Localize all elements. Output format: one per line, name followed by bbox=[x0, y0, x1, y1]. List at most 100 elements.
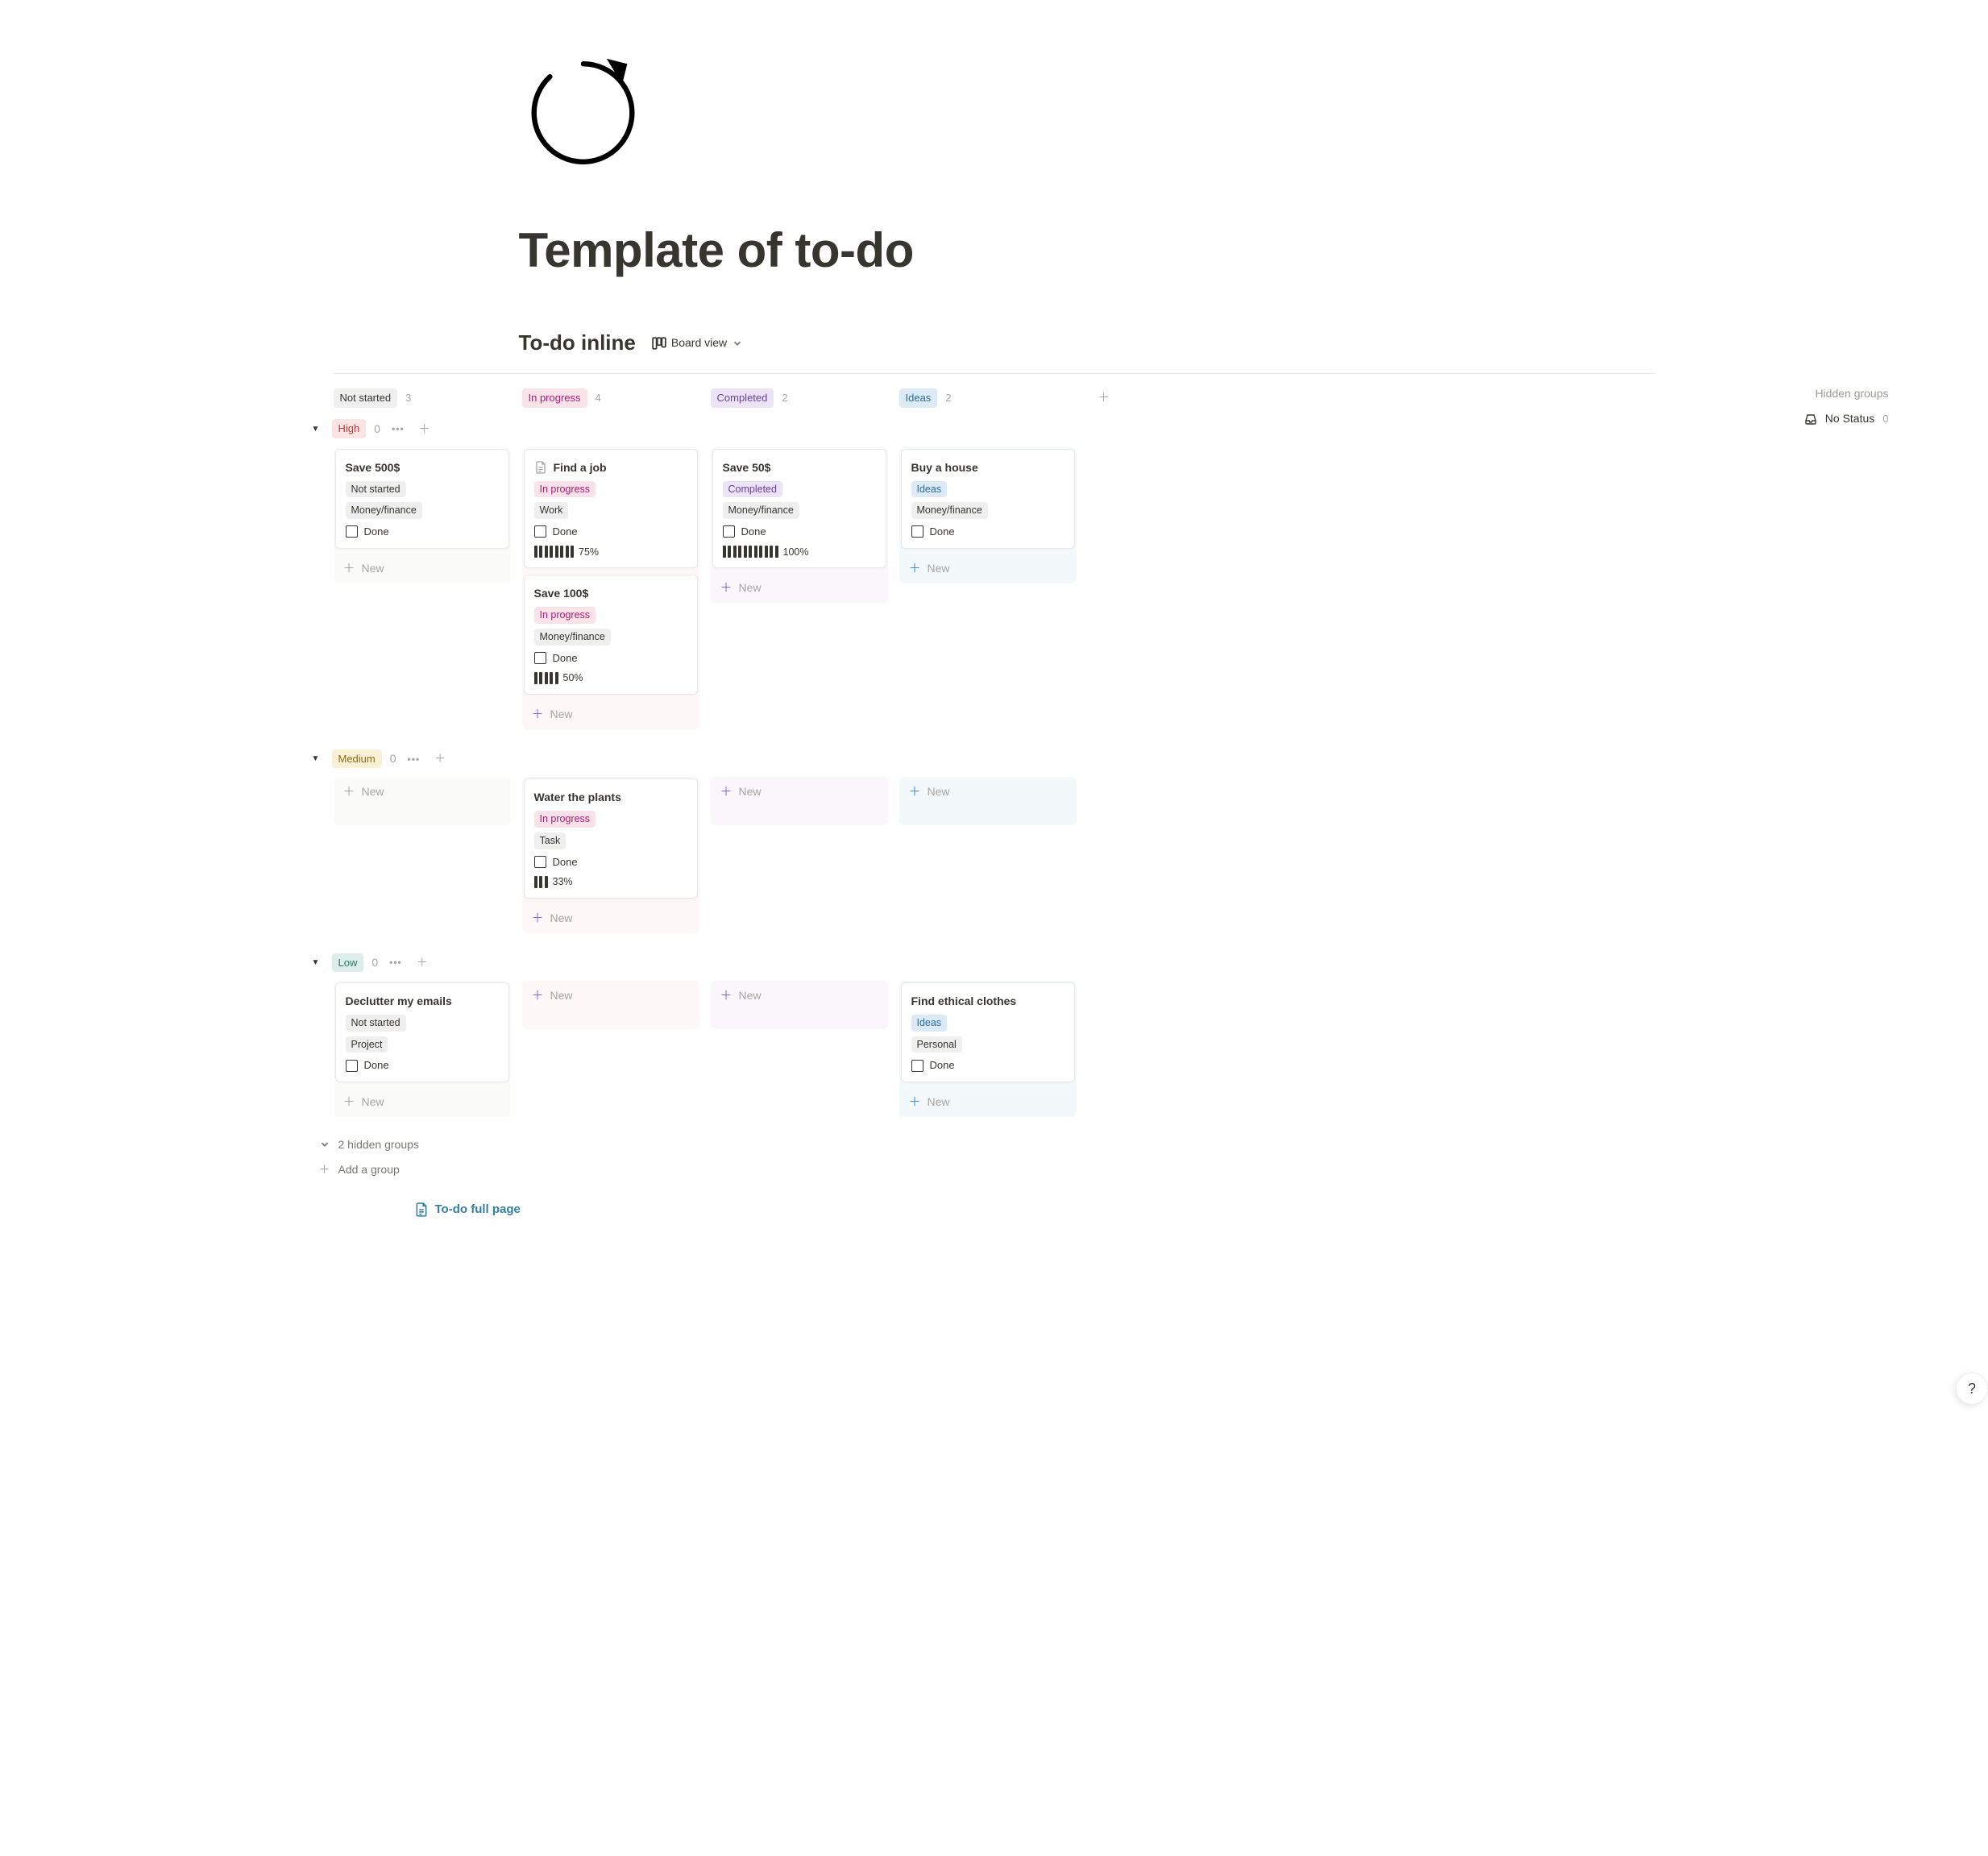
status-count: 4 bbox=[596, 390, 601, 406]
status-col-ideas[interactable]: Ideas 2 bbox=[899, 385, 1077, 411]
page-title: Template of to-do bbox=[519, 214, 1655, 287]
page-icon[interactable] bbox=[519, 48, 1655, 182]
board-column-completed: Save 50$CompletedMoney/financeDone100%＋N… bbox=[711, 447, 888, 604]
board-column-not-started: ＋New bbox=[334, 777, 511, 825]
plus-icon: ＋ bbox=[343, 1096, 355, 1108]
divider bbox=[334, 373, 1655, 374]
board-card[interactable]: Declutter my emailsNot startedProjectDon… bbox=[335, 982, 509, 1082]
category-tag: Task bbox=[534, 833, 567, 849]
new-label: New bbox=[928, 1094, 950, 1111]
new-label: New bbox=[739, 783, 762, 800]
done-label: Done bbox=[364, 1057, 389, 1073]
no-status-group[interactable]: No Status 0 bbox=[1679, 410, 1889, 427]
status-count: 3 bbox=[405, 390, 411, 406]
chevron-down-icon bbox=[319, 1139, 330, 1150]
view-switch-board[interactable]: Board view bbox=[647, 331, 748, 355]
progress-label: 50% bbox=[563, 671, 583, 686]
status-pill: Ideas bbox=[899, 388, 938, 408]
new-card-button[interactable]: ＋New bbox=[712, 575, 886, 601]
done-checkbox-row[interactable]: Done bbox=[911, 524, 1065, 540]
done-label: Done bbox=[741, 524, 766, 540]
board-card[interactable]: Find ethical clothesIdeasPersonalDone bbox=[901, 982, 1075, 1082]
database-title[interactable]: To-do inline bbox=[519, 327, 636, 359]
status-pill: Completed bbox=[711, 388, 774, 408]
card-title: Declutter my emails bbox=[346, 993, 499, 1010]
new-label: New bbox=[550, 987, 573, 1004]
plus-icon: ＋ bbox=[532, 708, 544, 720]
todo-full-page-link[interactable]: To-do full page bbox=[414, 1201, 1655, 1219]
done-checkbox-row[interactable]: Done bbox=[346, 1057, 499, 1073]
checkbox-icon bbox=[911, 525, 923, 538]
add-group-button[interactable]: ＋ Add a group bbox=[319, 1161, 1655, 1178]
group-more-button[interactable]: ••• bbox=[388, 420, 408, 438]
progress-label: 100% bbox=[783, 545, 809, 560]
help-button[interactable]: ? bbox=[1956, 1372, 1988, 1405]
board-card[interactable]: Save 50$CompletedMoney/financeDone100% bbox=[712, 449, 886, 569]
full-page-link-label: To-do full page bbox=[435, 1201, 521, 1219]
new-label: New bbox=[928, 560, 950, 577]
board-card[interactable]: Save 100$In progressMoney/financeDone50% bbox=[524, 575, 698, 695]
status-col-not-started[interactable]: Not started 3 bbox=[334, 385, 511, 411]
done-checkbox-row[interactable]: Done bbox=[346, 524, 499, 540]
new-card-button[interactable]: ＋New bbox=[901, 1089, 1075, 1115]
board-column-completed: ＋New bbox=[711, 981, 888, 1029]
group-more-button[interactable]: ••• bbox=[405, 750, 424, 768]
board-card[interactable]: Buy a houseIdeasMoney/financeDone bbox=[901, 449, 1075, 549]
hidden-groups-count: 2 hidden groups bbox=[338, 1136, 419, 1153]
plus-icon: ＋ bbox=[720, 786, 733, 798]
new-label: New bbox=[739, 579, 762, 596]
new-label: New bbox=[739, 987, 762, 1004]
group-add-button[interactable]: ＋ bbox=[416, 419, 434, 439]
board-card[interactable]: Save 500$Not startedMoney/financeDone bbox=[335, 449, 509, 549]
status-pill: In progress bbox=[522, 388, 587, 408]
card-title: Save 500$ bbox=[346, 459, 499, 476]
group-count: 0 bbox=[371, 954, 378, 971]
board-column-not-started: Declutter my emailsNot startedProjectDon… bbox=[334, 981, 511, 1117]
group-section: ▼High0•••＋Save 500$Not startedMoney/fina… bbox=[334, 419, 1655, 730]
expand-hidden-groups[interactable]: 2 hidden groups bbox=[319, 1136, 1655, 1153]
group-more-button[interactable]: ••• bbox=[386, 953, 405, 971]
hidden-groups-panel: Hidden groups No Status 0 bbox=[1679, 385, 1889, 427]
done-checkbox-row[interactable]: Done bbox=[723, 524, 876, 540]
group-collapse-toggle[interactable]: ▼ bbox=[308, 954, 324, 970]
group-pill[interactable]: Low bbox=[332, 953, 364, 973]
new-card-button[interactable]: ＋New bbox=[524, 701, 698, 728]
checkbox-icon bbox=[911, 1060, 923, 1072]
group-add-button[interactable]: ＋ bbox=[413, 953, 431, 973]
group-collapse-toggle[interactable]: ▼ bbox=[308, 421, 324, 437]
new-card-button[interactable]: ＋New bbox=[901, 555, 1075, 582]
category-tag: Personal bbox=[911, 1036, 962, 1053]
board-card[interactable]: Water the plantsIn progressTaskDone33% bbox=[524, 779, 698, 899]
inbox-icon bbox=[1804, 413, 1817, 426]
status-header-row: Not started 3 In progress 4 Completed 2 … bbox=[334, 385, 1655, 411]
new-card-button[interactable]: ＋New bbox=[901, 779, 1075, 805]
done-checkbox-row[interactable]: Done bbox=[534, 854, 687, 870]
new-card-button[interactable]: ＋New bbox=[335, 779, 509, 805]
group-pill[interactable]: High bbox=[332, 419, 367, 438]
card-title: Save 100$ bbox=[534, 585, 687, 602]
done-checkbox-row[interactable]: Done bbox=[534, 524, 687, 540]
add-status-column-button[interactable]: ＋ bbox=[1088, 386, 1120, 409]
new-card-button[interactable]: ＋New bbox=[335, 1089, 509, 1115]
new-card-button[interactable]: ＋ New bbox=[712, 779, 886, 805]
new-card-button[interactable]: ＋New bbox=[524, 982, 698, 1009]
new-card-button[interactable]: ＋New bbox=[524, 905, 698, 932]
group-pill[interactable]: Medium bbox=[332, 749, 382, 769]
checkbox-icon bbox=[534, 652, 546, 664]
group-collapse-toggle[interactable]: ▼ bbox=[308, 751, 324, 767]
done-checkbox-row[interactable]: Done bbox=[534, 650, 687, 666]
add-group-label: Add a group bbox=[338, 1161, 400, 1178]
done-checkbox-row[interactable]: Done bbox=[911, 1057, 1065, 1073]
status-col-in-progress[interactable]: In progress 4 bbox=[522, 385, 699, 411]
status-col-completed[interactable]: Completed 2 bbox=[711, 385, 888, 411]
new-card-button[interactable]: ＋New bbox=[712, 982, 886, 1009]
board-card[interactable]: Find a jobIn progressWorkDone75% bbox=[524, 449, 698, 569]
progress-row: 100% bbox=[723, 545, 876, 560]
plus-icon: ＋ bbox=[343, 786, 355, 798]
group-add-button[interactable]: ＋ bbox=[431, 749, 449, 769]
progress-label: 33% bbox=[553, 874, 573, 890]
plus-icon: ＋ bbox=[343, 563, 355, 575]
new-card-button[interactable]: ＋New bbox=[335, 555, 509, 582]
card-title: Find ethical clothes bbox=[911, 993, 1065, 1010]
new-label: New bbox=[928, 783, 950, 800]
